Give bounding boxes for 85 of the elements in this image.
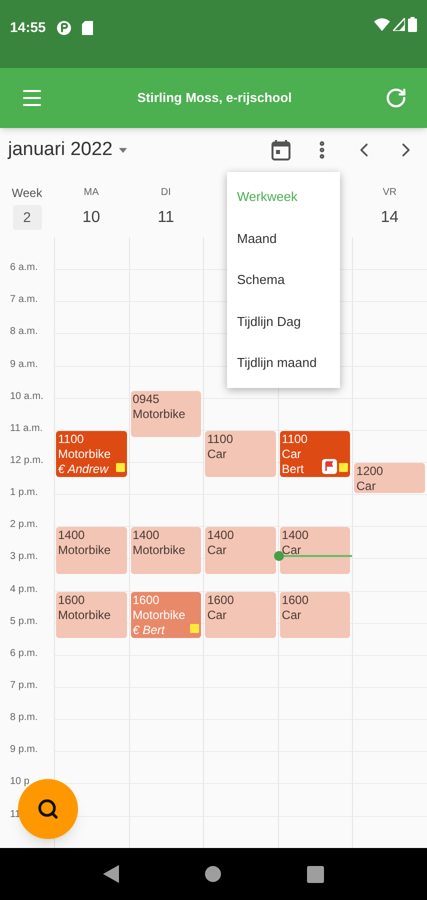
hour-label: 1 p.m. <box>10 487 38 500</box>
caret-icon <box>118 148 127 152</box>
event-text: Car <box>282 543 302 558</box>
event-time: 0945 <box>132 392 160 407</box>
event-card[interactable]: 1100 Car <box>205 430 276 478</box>
event-card[interactable]: 1600 Motorbike <box>56 592 127 638</box>
event-text: Motorbike <box>58 608 111 623</box>
event-time: 1400 <box>132 528 160 544</box>
hour-label: 9 a.m. <box>10 358 38 371</box>
event-card[interactable]: 1400 Car <box>205 527 276 574</box>
hour-label: 8 p.m. <box>10 712 38 724</box>
event-text: € Andrew <box>58 462 108 477</box>
hour-label: 11 a.m. <box>10 422 43 435</box>
event-time: 1200 <box>356 464 384 480</box>
event-time: 1600 <box>282 592 308 608</box>
event-time: 1400 <box>58 528 85 544</box>
event-text: Car <box>282 608 302 623</box>
hour-label: 3 p.m. <box>10 551 38 564</box>
event-card[interactable]: 1200 Car <box>354 463 425 494</box>
clock-time: 14:55 <box>10 18 46 37</box>
home-icon[interactable] <box>205 866 221 882</box>
day-number[interactable]: 11 <box>158 206 174 230</box>
menu-item[interactable]: Tijdlijn Dag <box>227 300 340 342</box>
back-icon[interactable] <box>103 865 119 883</box>
hour-label: 12 p.m. <box>10 454 44 467</box>
hour-label: 4 p.m. <box>10 584 38 596</box>
menu-item[interactable]: Schema <box>227 259 340 301</box>
event-card[interactable]: 1600 Car <box>205 592 276 638</box>
weekday-label: MA <box>84 186 99 200</box>
event-text: Car <box>282 446 302 462</box>
hour-label: 6 a.m. <box>10 262 38 274</box>
hour-label: 8 a.m. <box>10 326 38 338</box>
event-text: € Bert <box>132 622 165 638</box>
menu-item[interactable]: Tijdlijn maand <box>227 342 340 384</box>
event-time: 1400 <box>207 528 234 544</box>
sd-card-icon <box>82 20 93 34</box>
hour-label: 6 p.m. <box>10 648 38 660</box>
search-icon <box>37 798 59 820</box>
event-time: 1600 <box>207 592 234 608</box>
event-card[interactable]: 1400 Motorbike <box>130 527 202 574</box>
event-text: Car <box>207 543 227 558</box>
event-card[interactable]: 0945 Motorbike <box>130 390 202 437</box>
menu-item[interactable]: Maand <box>227 218 340 260</box>
event-text: Car <box>356 479 376 494</box>
event-text: Motorbike <box>132 406 186 422</box>
event-time: 1600 <box>58 592 85 608</box>
week-number[interactable]: 2 <box>12 205 42 230</box>
weekday-label: DI <box>160 186 171 200</box>
event-text: Car <box>207 446 227 462</box>
month-dropdown[interactable]: januari 2022 <box>8 136 127 164</box>
event-text: Motorbike <box>132 543 186 558</box>
event-text: Bert <box>282 462 304 477</box>
day-number[interactable]: 14 <box>380 206 399 230</box>
app-title: Stirling Moss, e-rijschool <box>137 89 292 108</box>
hour-label: 5 p.m. <box>10 616 38 628</box>
event-card[interactable]: 1100 Car Bert <box>280 430 350 478</box>
hour-label: 2 p.m. <box>10 519 38 532</box>
battery-icon <box>408 17 417 32</box>
hour-label: 7 a.m. <box>10 294 38 306</box>
signal-icon <box>393 18 405 31</box>
hour-label: 10 a.m. <box>10 390 44 403</box>
hour-label: 10 p <box>10 776 30 788</box>
weekday-label: VR <box>382 186 397 200</box>
event-time: 1100 <box>282 432 308 447</box>
event-card[interactable]: 1100 Motorbike € Andrew <box>56 430 127 478</box>
week-label: Week <box>12 185 42 202</box>
day-number[interactable]: 10 <box>82 206 100 230</box>
event-text: Motorbike <box>58 446 111 462</box>
event-card[interactable]: 1400 Car <box>280 527 350 574</box>
hour-label: 7 p.m. <box>10 680 38 692</box>
recents-icon[interactable] <box>307 866 324 882</box>
event-time: 1600 <box>132 592 160 608</box>
event-time: 1100 <box>207 432 233 447</box>
event-card[interactable]: 1400 Motorbike <box>56 527 127 574</box>
hour-label: 9 p.m. <box>10 744 38 756</box>
event-time: 1400 <box>282 528 308 544</box>
calendar-icon[interactable] <box>271 139 291 161</box>
circle-icon <box>56 20 72 36</box>
event-text: Motorbike <box>58 543 111 558</box>
event-time: 1100 <box>58 432 84 447</box>
refresh-icon[interactable] <box>384 87 407 109</box>
event-card[interactable]: 1600 Car <box>280 592 350 638</box>
event-text: Car <box>207 608 227 623</box>
wifi-icon <box>374 18 390 31</box>
event-text: Motorbike <box>132 608 186 623</box>
